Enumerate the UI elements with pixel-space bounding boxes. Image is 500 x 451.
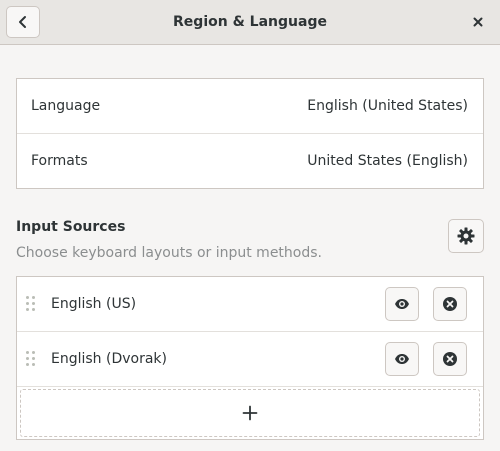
- language-formats-list: Language English (United States) Formats…: [16, 78, 484, 189]
- language-value: English (United States): [307, 98, 468, 114]
- gear-icon: [457, 227, 475, 245]
- remove-circle-icon: [443, 297, 457, 311]
- language-label: Language: [31, 98, 101, 114]
- input-sources-list: English (US) English (Dvorak): [16, 276, 484, 440]
- drag-handle-icon[interactable]: [26, 351, 36, 367]
- window-title: Region & Language: [173, 14, 327, 30]
- header-bar: Region & Language: [0, 0, 500, 45]
- close-button[interactable]: [462, 7, 494, 37]
- preview-layout-button[interactable]: [385, 287, 419, 321]
- input-source-label: English (US): [51, 296, 137, 312]
- preview-layout-button[interactable]: [385, 342, 419, 376]
- remove-input-source-button[interactable]: [433, 342, 467, 376]
- chevron-left-icon: [19, 16, 26, 28]
- eye-icon: [395, 299, 409, 309]
- add-input-source-button[interactable]: [20, 389, 480, 437]
- eye-icon: [395, 354, 409, 364]
- input-options-button[interactable]: [448, 219, 484, 253]
- input-source-label: English (Dvorak): [51, 351, 167, 367]
- drag-handle-icon[interactable]: [26, 296, 36, 312]
- remove-input-source-button[interactable]: [433, 287, 467, 321]
- formats-row[interactable]: Formats United States (English): [17, 134, 483, 188]
- input-source-row[interactable]: English (Dvorak): [17, 332, 483, 387]
- input-sources-title: Input Sources: [16, 219, 126, 235]
- back-button[interactable]: [6, 6, 40, 38]
- remove-circle-icon: [443, 352, 457, 366]
- input-source-row[interactable]: English (US): [17, 277, 483, 332]
- close-icon: [473, 17, 483, 27]
- formats-value: United States (English): [307, 153, 468, 169]
- language-row[interactable]: Language English (United States): [17, 79, 483, 134]
- formats-label: Formats: [31, 153, 88, 169]
- plus-icon: [242, 405, 258, 421]
- input-sources-subtitle: Choose keyboard layouts or input methods…: [16, 245, 322, 261]
